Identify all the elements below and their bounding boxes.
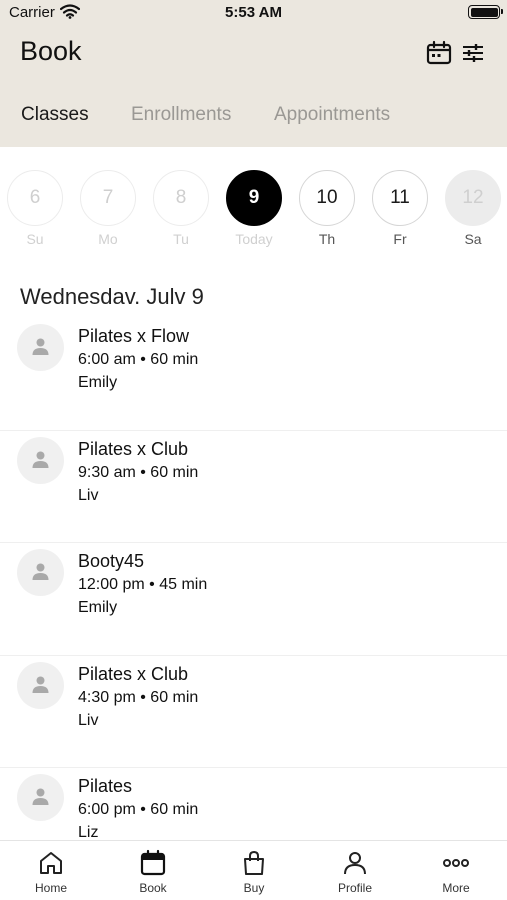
tab-classes[interactable]: Classes	[21, 104, 89, 126]
person-icon	[32, 563, 49, 580]
avatar	[17, 774, 64, 821]
class-time: 6:00 pm • 60 min	[78, 801, 199, 818]
tab-appointments[interactable]: Appointments	[274, 104, 390, 126]
home-icon	[40, 852, 62, 874]
date-weekday: Today	[235, 231, 273, 247]
avatar	[17, 549, 64, 596]
class-name: Pilates x Flow	[78, 326, 190, 346]
date-item-10[interactable]: 10 Th	[299, 170, 355, 247]
date-item-9[interactable]: 9 Today	[226, 170, 282, 247]
class-item[interactable]: Pilates x Flow 6:00 am • 60 min Emily	[0, 318, 507, 431]
date-item-7[interactable]: 7 Mo	[80, 170, 136, 247]
date-picker: 6 Su 7 Mo 8 Tu 9 Today 10 Th 11 Fr 12 Sa	[0, 170, 507, 250]
date-number: 12	[445, 170, 501, 226]
tab-buy-label: Buy	[243, 881, 265, 895]
person-icon	[344, 852, 366, 875]
header: Carrier 5:53 AM Book Classes Enrollments…	[0, 0, 507, 147]
day-heading: Wednesdav. Julv 9	[20, 284, 204, 309]
date-number: 10	[299, 170, 355, 226]
tab-home[interactable]: Home	[11, 849, 91, 895]
tab-more-label: More	[442, 881, 470, 895]
class-instructor: Emily	[78, 599, 118, 616]
avatar	[17, 436, 64, 484]
date-item-11[interactable]: 11 Fr	[372, 170, 428, 247]
tab-book[interactable]: Book	[113, 849, 193, 895]
tab-enrollments[interactable]: Enrollments	[131, 104, 231, 126]
class-instructor: Liv	[78, 711, 99, 729]
date-number: 9	[226, 170, 282, 226]
class-item[interactable]: Booty45 12:00 pm • 45 min Emily	[0, 543, 507, 656]
person-icon	[32, 676, 49, 693]
class-time: 4:30 pm • 60 min	[78, 688, 199, 706]
date-number: 8	[153, 170, 209, 226]
person-icon	[32, 788, 49, 805]
status-time: 5:53 AM	[225, 4, 282, 21]
class-list: Pilates x Flow 6:00 am • 60 min Emily Pi…	[0, 318, 507, 881]
tab-buy[interactable]: Buy	[214, 849, 294, 895]
class-time: 12:00 pm • 45 min	[78, 576, 208, 593]
filter-icon[interactable]	[459, 39, 487, 67]
tab-profile[interactable]: Profile	[315, 849, 395, 895]
date-weekday: Su	[26, 231, 44, 247]
date-weekday: Th	[318, 231, 336, 247]
date-number: 6	[7, 170, 63, 226]
date-item-6[interactable]: 6 Su	[7, 170, 63, 247]
class-name: Booty45	[78, 551, 145, 571]
class-time: 6:00 am • 60 min	[78, 351, 199, 368]
bottom-tab-bar: Home Book Buy Profile More	[0, 840, 507, 900]
date-weekday: Tu	[173, 231, 189, 247]
avatar	[17, 661, 64, 709]
class-instructor: Emily	[78, 374, 118, 391]
class-item[interactable]: Pilates x Club 9:30 am • 60 min Liv	[0, 431, 507, 543]
tab-bar-top: Classes Enrollments Appointments	[0, 104, 507, 128]
tab-more[interactable]: More	[416, 849, 496, 895]
tab-book-label: Book	[139, 881, 167, 895]
date-item-12[interactable]: 12 Sa	[445, 170, 501, 247]
avatar	[17, 324, 64, 371]
person-icon	[32, 451, 49, 468]
tab-home-label: Home	[34, 881, 67, 895]
more-dots-icon	[443, 859, 469, 867]
date-weekday: Mo	[98, 231, 118, 247]
class-time: 9:30 am • 60 min	[78, 463, 199, 481]
calendar-icon	[140, 849, 166, 876]
class-name: Pilates x Club	[78, 438, 189, 459]
battery-icon	[468, 5, 503, 19]
class-name: Pilates x Club	[78, 663, 189, 684]
class-instructor: Liv	[78, 486, 99, 504]
date-item-8[interactable]: 8 Tu	[153, 170, 209, 247]
status-bar: Carrier 5:53 AM	[0, 0, 507, 26]
class-item[interactable]: Pilates x Club 4:30 pm • 60 min Liv	[0, 656, 507, 768]
person-icon	[32, 338, 49, 355]
date-weekday: Fr	[393, 231, 407, 247]
calendar-icon[interactable]	[425, 39, 453, 67]
date-weekday: Sa	[464, 231, 482, 247]
shopping-bag-icon	[244, 850, 264, 875]
date-number: 11	[372, 170, 428, 226]
date-number: 7	[80, 170, 136, 226]
page-title: Book	[20, 36, 82, 66]
tab-profile-label: Profile	[337, 881, 372, 895]
class-name: Pilates	[78, 776, 133, 796]
